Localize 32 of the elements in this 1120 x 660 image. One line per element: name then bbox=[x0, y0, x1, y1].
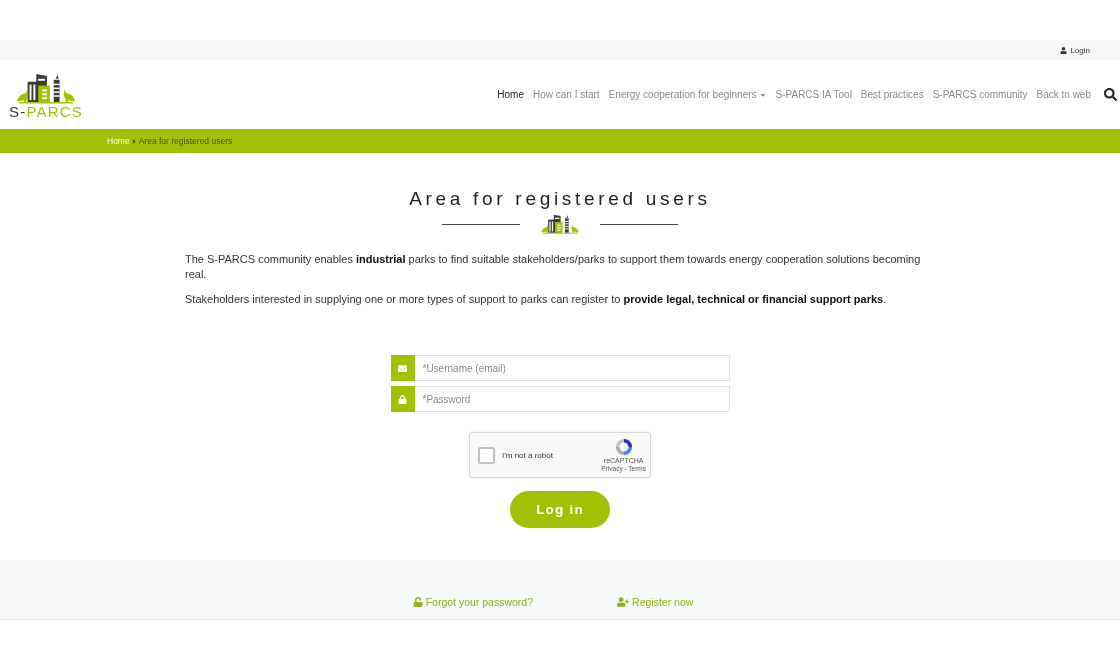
nav-link[interactable]: Energy cooperation for beginners bbox=[608, 89, 767, 100]
unlock-icon bbox=[412, 597, 423, 607]
user-icon bbox=[1060, 46, 1068, 54]
envelope-icon bbox=[390, 355, 415, 381]
caret-right-icon bbox=[130, 137, 138, 145]
search-button[interactable] bbox=[1104, 88, 1117, 101]
nav-link[interactable]: Back to web bbox=[1036, 89, 1091, 100]
divider-logo-icon bbox=[540, 214, 580, 234]
nav-link[interactable]: S-PARCS IA Tool bbox=[775, 89, 852, 100]
register-link[interactable]: Register now bbox=[617, 596, 694, 608]
recaptcha-logo-icon bbox=[614, 437, 633, 456]
intro-paragraph: Stakeholders interested in supplying one or more types of support to parks can register to provide legal, technical or financial support parks. bbox=[185, 292, 888, 307]
user-plus-icon bbox=[617, 596, 630, 608]
intro-paragraph: The S-PARCS community enables industrial parks to find suitable stakeholders/parks to support them towards energy cooperation solutions becoming real. bbox=[185, 252, 922, 282]
breadcrumb-link[interactable]: Home bbox=[107, 136, 130, 146]
page-location-text: Area for registered users bbox=[138, 136, 233, 146]
captcha-checkbox[interactable] bbox=[478, 446, 495, 464]
nav-link[interactable]: Best practices bbox=[860, 89, 924, 100]
nav-link[interactable]: S-PARCS community bbox=[932, 89, 1028, 100]
username-field[interactable]: *Username (email) bbox=[414, 355, 730, 381]
password-field[interactable]: *Password bbox=[414, 386, 730, 412]
logo-graphic bbox=[14, 72, 78, 104]
lock-icon bbox=[390, 386, 415, 412]
nav-link[interactable]: How can I start bbox=[532, 89, 600, 100]
nav-link[interactable]: Home bbox=[497, 89, 524, 100]
page-title: Area for registered users bbox=[409, 187, 711, 211]
search-icon bbox=[1104, 88, 1117, 101]
login-link[interactable]: Login bbox=[1060, 45, 1090, 55]
login-button[interactable]: Log in bbox=[510, 491, 610, 528]
captcha-label: I'm not a robot bbox=[502, 450, 554, 460]
logo-text: S-PARCS bbox=[9, 104, 83, 119]
forgot-password-link[interactable]: Forgot your password? bbox=[412, 596, 534, 608]
